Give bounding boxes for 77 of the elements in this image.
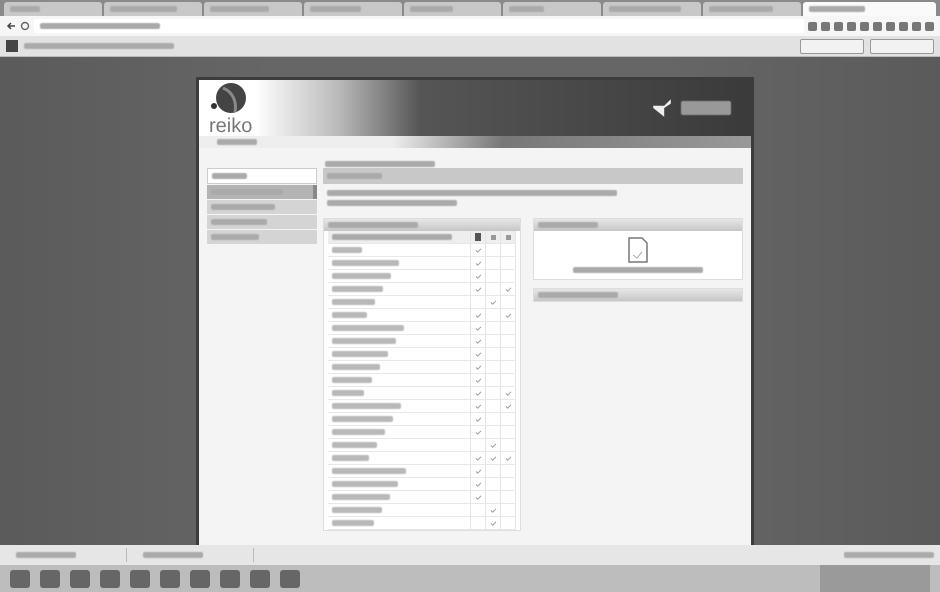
taskbar-app-icon[interactable] (280, 570, 300, 588)
course-link[interactable] (332, 338, 396, 344)
course-link[interactable] (332, 442, 377, 448)
course-link[interactable] (332, 247, 362, 253)
sidebar-item[interactable] (207, 200, 317, 214)
taskbar-app-icon[interactable] (100, 570, 120, 588)
blurred-text-bar (210, 6, 269, 12)
sidebar-item[interactable] (207, 215, 317, 229)
course-link[interactable] (332, 494, 390, 500)
taskbar-app-icon[interactable] (130, 570, 150, 588)
infobar-button[interactable] (870, 38, 934, 54)
course-link[interactable] (332, 429, 385, 435)
taskbar-app-icon[interactable] (220, 570, 240, 588)
browser-tab[interactable] (204, 2, 302, 16)
blurred-text-bar (327, 173, 382, 179)
blurred-text-bar (509, 6, 544, 12)
course-link[interactable] (332, 416, 393, 422)
document-icon (628, 237, 648, 263)
course-link[interactable] (332, 364, 380, 370)
course-link[interactable] (332, 455, 369, 461)
course-link[interactable] (332, 273, 391, 279)
column-icon (506, 234, 510, 240)
address-bar[interactable] (34, 19, 804, 33)
blurred-text-bar (16, 552, 76, 558)
site-logo-text: reiko (209, 116, 252, 136)
course-link[interactable] (332, 390, 364, 396)
browser-tab[interactable] (503, 2, 602, 16)
reload-icon[interactable] (20, 21, 30, 31)
sidebar-item[interactable] (207, 185, 317, 199)
course-link[interactable] (332, 481, 398, 487)
taskbar-app-icon[interactable] (160, 570, 180, 588)
taskbar-app-icon[interactable] (190, 570, 210, 588)
browser-tab[interactable] (4, 2, 102, 16)
browser-tab[interactable] (104, 2, 202, 16)
back-arrow-icon[interactable] (6, 21, 16, 31)
browser-tab[interactable] (304, 2, 402, 16)
blurred-text-bar (110, 6, 177, 12)
blurred-text-bar (538, 222, 598, 228)
browser-tab[interactable] (404, 2, 502, 16)
blurred-text-bar (217, 139, 257, 145)
blurred-text-bar (211, 219, 267, 225)
blurred-text-bar (709, 6, 774, 12)
course-link[interactable] (332, 351, 388, 357)
sidebar-item[interactable] (207, 230, 317, 244)
browser-tab[interactable] (703, 2, 801, 16)
course-link[interactable] (332, 377, 372, 383)
course-link[interactable] (332, 299, 375, 305)
blurred-text-bar (10, 6, 40, 12)
course-link[interactable] (332, 260, 399, 266)
blurred-text-bar (211, 204, 275, 210)
info-icon (6, 40, 18, 52)
blurred-text-bar (212, 173, 247, 179)
blurred-text-bar (681, 101, 731, 115)
browser-tab[interactable] (603, 2, 702, 16)
browser-tab[interactable] (803, 2, 936, 16)
taskbar-app-icon[interactable] (250, 570, 270, 588)
blurred-text-bar (211, 234, 259, 240)
course-link[interactable] (332, 403, 401, 409)
taskbar-app-icon[interactable] (10, 570, 30, 588)
course-link[interactable] (332, 520, 374, 526)
sidebar-item[interactable] (207, 168, 317, 184)
infobar-button[interactable] (800, 38, 864, 54)
taskbar-app-icon[interactable] (70, 570, 90, 588)
course-link[interactable] (332, 507, 382, 513)
blurred-text-bar (410, 6, 452, 12)
course-link[interactable] (332, 468, 406, 474)
course-link[interactable] (332, 286, 383, 292)
blurred-text-bar (143, 552, 203, 558)
taskbar-app-icon[interactable] (40, 570, 60, 588)
column-icon (490, 234, 496, 240)
emblem-icon (651, 97, 673, 119)
course-link[interactable] (332, 325, 404, 331)
blurred-text-bar (809, 6, 865, 12)
blurred-text-bar (310, 6, 361, 12)
show-all-downloads-link[interactable] (844, 552, 934, 558)
column-icon (475, 233, 481, 241)
course-link[interactable] (332, 312, 367, 318)
